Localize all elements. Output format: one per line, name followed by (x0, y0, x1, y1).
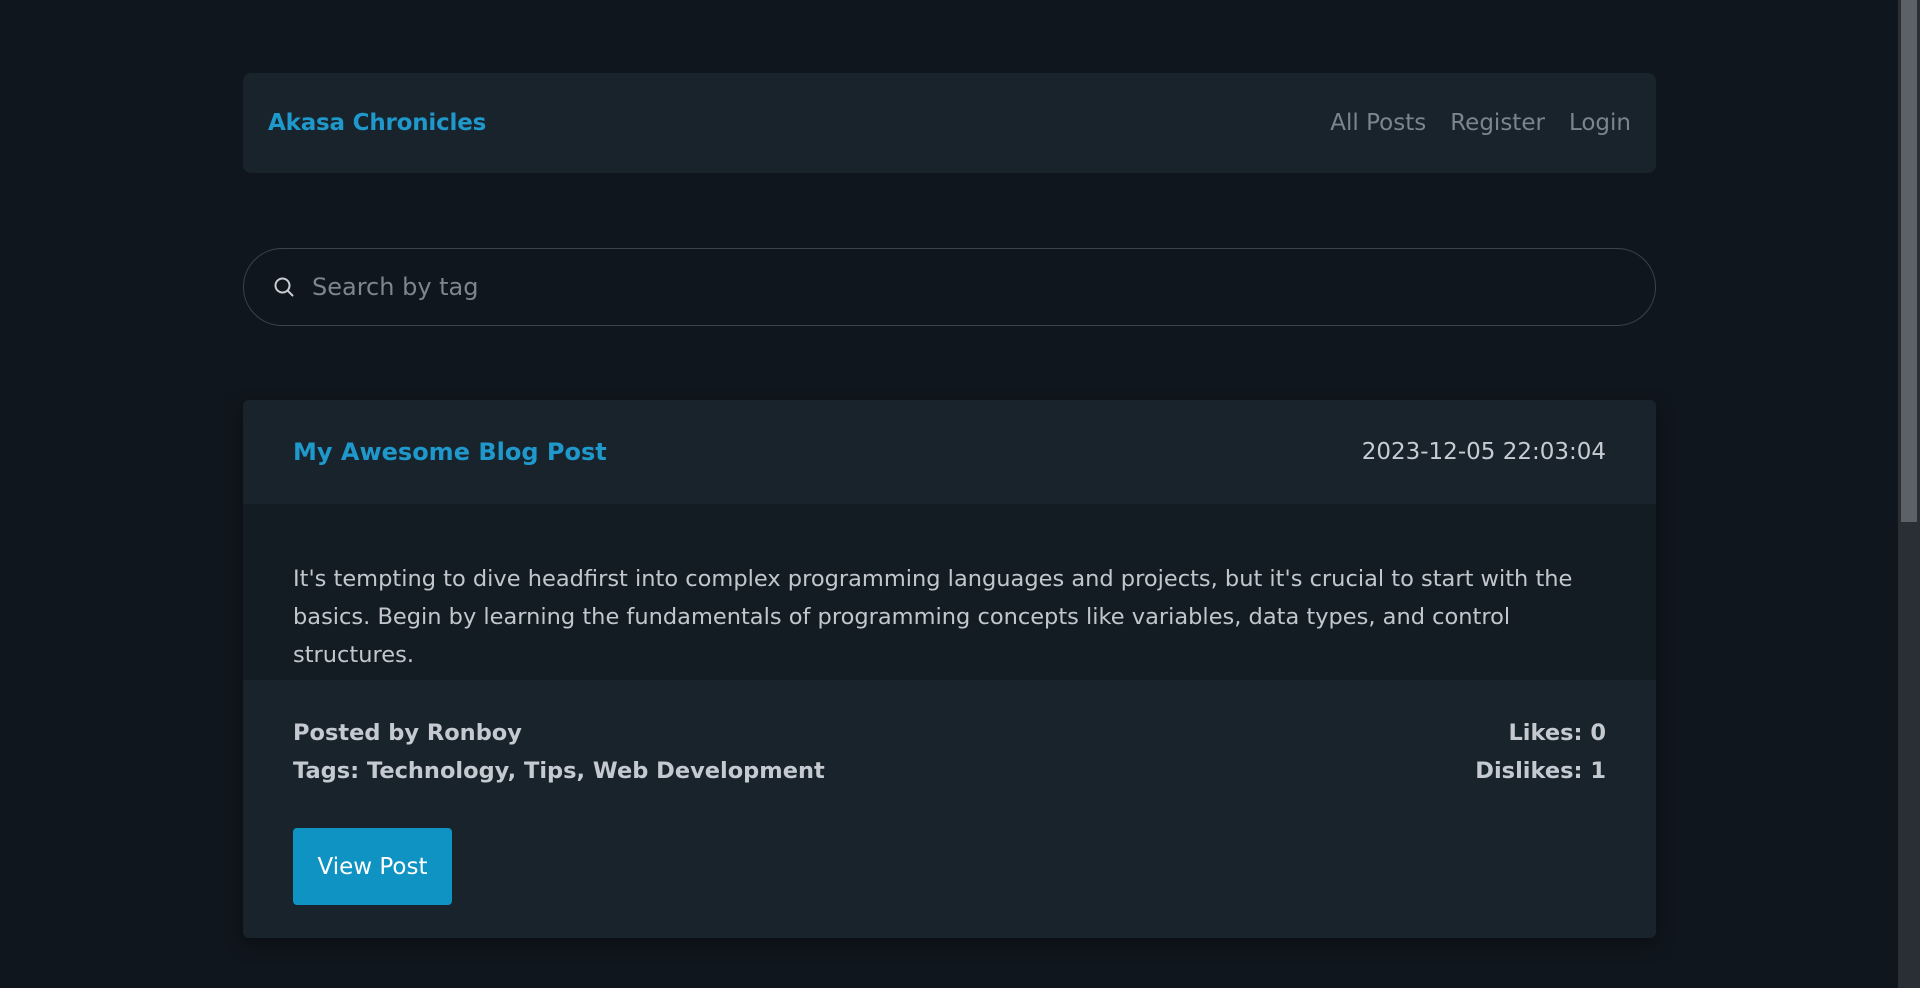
brand-link[interactable]: Akasa Chronicles (268, 110, 486, 136)
nav-link-login[interactable]: Login (1569, 110, 1631, 136)
search-bar (243, 248, 1656, 326)
nav-links: All Posts Register Login (1330, 110, 1631, 136)
post-tags: Tags: Technology, Tips, Web Development (293, 758, 825, 784)
post-card-header: My Awesome Blog Post 2023-12-05 22:03:04 (243, 400, 1656, 504)
search-icon (272, 275, 296, 299)
meta-row-author: Posted by Ronboy Likes: 0 (293, 714, 1606, 752)
scrollbar-thumb[interactable] (1901, 0, 1917, 522)
post-date: 2023-12-05 22:03:04 (1361, 439, 1606, 465)
nav-link-register[interactable]: Register (1450, 110, 1545, 136)
post-card-footer: Posted by Ronboy Likes: 0 Tags: Technolo… (243, 680, 1656, 938)
nav-link-all-posts[interactable]: All Posts (1330, 110, 1426, 136)
post-card: My Awesome Blog Post 2023-12-05 22:03:04… (243, 400, 1656, 938)
navbar: Akasa Chronicles All Posts Register Logi… (243, 73, 1656, 173)
post-card-body: It's tempting to dive headfirst into com… (243, 504, 1656, 680)
view-post-button[interactable]: View Post (293, 828, 452, 905)
page: Akasa Chronicles All Posts Register Logi… (0, 0, 1920, 988)
post-author: Posted by Ronboy (293, 720, 522, 746)
meta-row-tags: Tags: Technology, Tips, Web Development … (293, 752, 1606, 790)
post-excerpt: It's tempting to dive headfirst into com… (293, 566, 1573, 668)
search-input[interactable] (310, 272, 1614, 302)
post-dislikes: Dislikes: 1 (1475, 758, 1606, 784)
page-scrollbar[interactable] (1898, 0, 1920, 988)
post-title-link[interactable]: My Awesome Blog Post (293, 438, 607, 466)
post-likes: Likes: 0 (1508, 720, 1606, 746)
